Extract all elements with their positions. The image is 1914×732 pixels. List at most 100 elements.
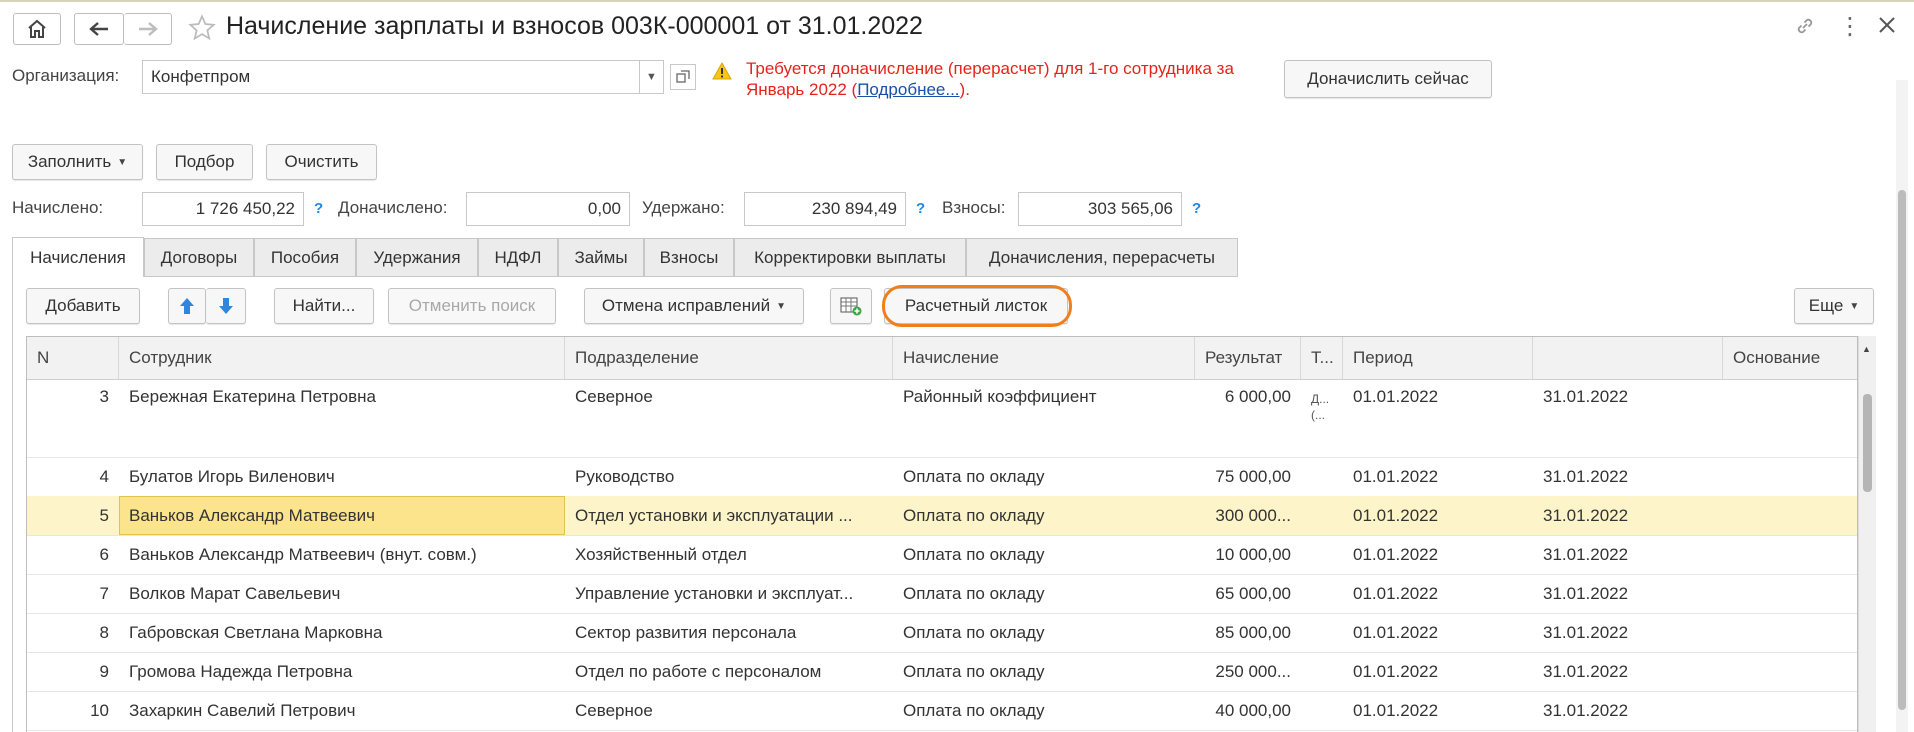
tab-contracts[interactable]: Договоры <box>144 238 254 276</box>
cell-period-end[interactable]: 31.01.2022 <box>1533 652 1723 691</box>
cell-department[interactable]: Хозяйственный отдел <box>565 535 893 574</box>
column-header-department[interactable]: Подразделение <box>565 337 893 379</box>
close-icon[interactable] <box>1876 14 1898 42</box>
cell-t[interactable] <box>1301 652 1343 664</box>
table-row[interactable]: 3 Бережная Екатерина Петровна Северное Райо… <box>27 377 1857 458</box>
org-field[interactable]: Конфетпром <box>142 60 640 94</box>
cell-employee[interactable]: Захаркин Савелий Петрович <box>119 691 565 730</box>
cell-n[interactable]: 3 <box>27 377 119 416</box>
cell-employee[interactable]: Габровская Светлана Марковна <box>119 613 565 652</box>
tab-recalculations[interactable]: Доначисления, перерасчеты <box>966 238 1238 276</box>
cell-accrual[interactable]: Оплата по окладу <box>893 574 1195 613</box>
cell-n[interactable]: 4 <box>27 457 119 496</box>
cell-accrual[interactable]: Оплата по окладу <box>893 535 1195 574</box>
cell-result[interactable]: 300 000... <box>1195 496 1301 535</box>
cell-result[interactable]: 250 000... <box>1195 652 1301 691</box>
contrib-help-icon[interactable]: ? <box>1192 200 1201 217</box>
tab-loans[interactable]: Займы <box>558 238 644 276</box>
move-up-button[interactable] <box>168 288 206 324</box>
cell-period-end[interactable]: 31.01.2022 <box>1533 574 1723 613</box>
cell-n[interactable]: 6 <box>27 535 119 574</box>
table-row[interactable]: 10 Захаркин Савелий Петрович Северное Оплат… <box>27 691 1857 731</box>
cell-department[interactable]: Отдел установки и эксплуатации ... <box>565 496 893 535</box>
table-settings-button[interactable] <box>830 288 872 324</box>
cell-period-end[interactable]: 31.01.2022 <box>1533 496 1723 535</box>
column-header-n[interactable]: N <box>27 337 119 379</box>
cell-period-start[interactable]: 01.01.2022 <box>1343 691 1533 730</box>
cell-t[interactable] <box>1301 457 1343 469</box>
org-open-button[interactable] <box>670 64 696 90</box>
cancel-search-button[interactable]: Отменить поиск <box>388 288 556 324</box>
link-icon[interactable] <box>1793 14 1817 44</box>
cell-period-start[interactable]: 01.01.2022 <box>1343 652 1533 691</box>
cell-department[interactable]: Сектор развития персонала <box>565 613 893 652</box>
cell-t[interactable] <box>1301 496 1343 508</box>
cell-t[interactable] <box>1301 535 1343 547</box>
cell-result[interactable]: 10 000,00 <box>1195 535 1301 574</box>
table-row[interactable]: 9 Громова Надежда Петровна Отдел по работе… <box>27 652 1857 692</box>
cell-n[interactable]: 5 <box>27 496 119 535</box>
cell-n[interactable]: 10 <box>27 691 119 730</box>
back-button[interactable] <box>74 13 124 45</box>
table-scrollbar[interactable]: ▲ <box>1858 336 1876 732</box>
forward-button[interactable] <box>124 13 172 45</box>
cell-employee[interactable]: Ваньков Александр Матвеевич <box>119 496 565 535</box>
withheld-help-icon[interactable]: ? <box>916 200 925 217</box>
cell-t[interactable] <box>1301 691 1343 703</box>
tab-payment-corrections[interactable]: Корректировки выплаты <box>734 238 966 276</box>
more-button[interactable]: Еще ▼ <box>1794 288 1874 324</box>
cell-period-start[interactable]: 01.01.2022 <box>1343 574 1533 613</box>
home-button[interactable] <box>13 13 61 45</box>
cell-employee[interactable]: Булатов Игорь Виленович <box>119 457 565 496</box>
page-scrollbar-thumb[interactable] <box>1898 190 1906 710</box>
cell-period-end[interactable]: 31.01.2022 <box>1533 377 1723 416</box>
cell-period-start[interactable]: 01.01.2022 <box>1343 377 1533 416</box>
page-scrollbar[interactable] <box>1896 80 1908 732</box>
column-header-period-end[interactable] <box>1533 337 1723 379</box>
table-row[interactable]: 6 Ваньков Александр Матвеевич (внут. совм… <box>27 535 1857 575</box>
cell-accrual[interactable]: Оплата по окладу <box>893 691 1195 730</box>
cell-period-start[interactable]: 01.01.2022 <box>1343 496 1533 535</box>
cell-result[interactable]: 75 000,00 <box>1195 457 1301 496</box>
cell-department[interactable]: Отдел по работе с персоналом <box>565 652 893 691</box>
tab-ndfl[interactable]: НДФЛ <box>478 238 558 276</box>
cell-accrual[interactable]: Оплата по окладу <box>893 457 1195 496</box>
more-vertical-icon[interactable]: ⋮ <box>1838 12 1862 41</box>
cell-employee[interactable]: Громова Надежда Петровна <box>119 652 565 691</box>
cell-department[interactable]: Северное <box>565 377 893 416</box>
clear-button[interactable]: Очистить <box>266 144 377 180</box>
cell-accrual[interactable]: Оплата по окладу <box>893 613 1195 652</box>
column-header-accrual[interactable]: Начисление <box>893 337 1195 379</box>
cell-period-end[interactable]: 31.01.2022 <box>1533 691 1723 730</box>
favorite-star-icon[interactable] <box>188 14 216 47</box>
tab-benefits[interactable]: Пособия <box>254 238 356 276</box>
recalc-now-button[interactable]: Доначислить сейчас <box>1284 60 1492 98</box>
cell-result[interactable]: 40 000,00 <box>1195 691 1301 730</box>
cell-period-start[interactable]: 01.01.2022 <box>1343 535 1533 574</box>
cell-employee[interactable]: Ваньков Александр Матвеевич (внут. совм.… <box>119 535 565 574</box>
cell-employee[interactable]: Волков Марат Савельевич <box>119 574 565 613</box>
add-button[interactable]: Добавить <box>26 288 140 324</box>
cell-period-end[interactable]: 31.01.2022 <box>1533 457 1723 496</box>
cell-period-start[interactable]: 01.01.2022 <box>1343 457 1533 496</box>
column-header-basis[interactable]: Основание <box>1723 337 1857 379</box>
cell-accrual[interactable]: Оплата по окладу <box>893 652 1195 691</box>
cell-department[interactable]: Управление установки и эксплуат... <box>565 574 893 613</box>
table-row[interactable]: 7 Волков Марат Савельевич Управление устан… <box>27 574 1857 614</box>
extra-field[interactable]: 0,00 <box>466 192 630 226</box>
cell-result[interactable]: 6 000,00 <box>1195 377 1301 416</box>
cell-period-end[interactable]: 31.01.2022 <box>1533 535 1723 574</box>
column-header-period[interactable]: Период <box>1343 337 1533 379</box>
find-button[interactable]: Найти... <box>274 288 374 324</box>
column-header-t[interactable]: Т... <box>1301 337 1343 379</box>
tab-contributions[interactable]: Взносы <box>644 238 734 276</box>
cell-accrual[interactable]: Районный коэффициент <box>893 377 1195 416</box>
cell-period-start[interactable]: 01.01.2022 <box>1343 613 1533 652</box>
contrib-field[interactable]: 303 565,06 <box>1018 192 1182 226</box>
cell-n[interactable]: 8 <box>27 613 119 652</box>
table-row[interactable]: 8 Габровская Светлана Марковна Сектор разв… <box>27 613 1857 653</box>
scroll-up-icon[interactable]: ▲ <box>1862 344 1871 354</box>
cell-department[interactable]: Северное <box>565 691 893 730</box>
cell-result[interactable]: 65 000,00 <box>1195 574 1301 613</box>
cell-employee[interactable]: Бережная Екатерина Петровна <box>119 377 565 416</box>
